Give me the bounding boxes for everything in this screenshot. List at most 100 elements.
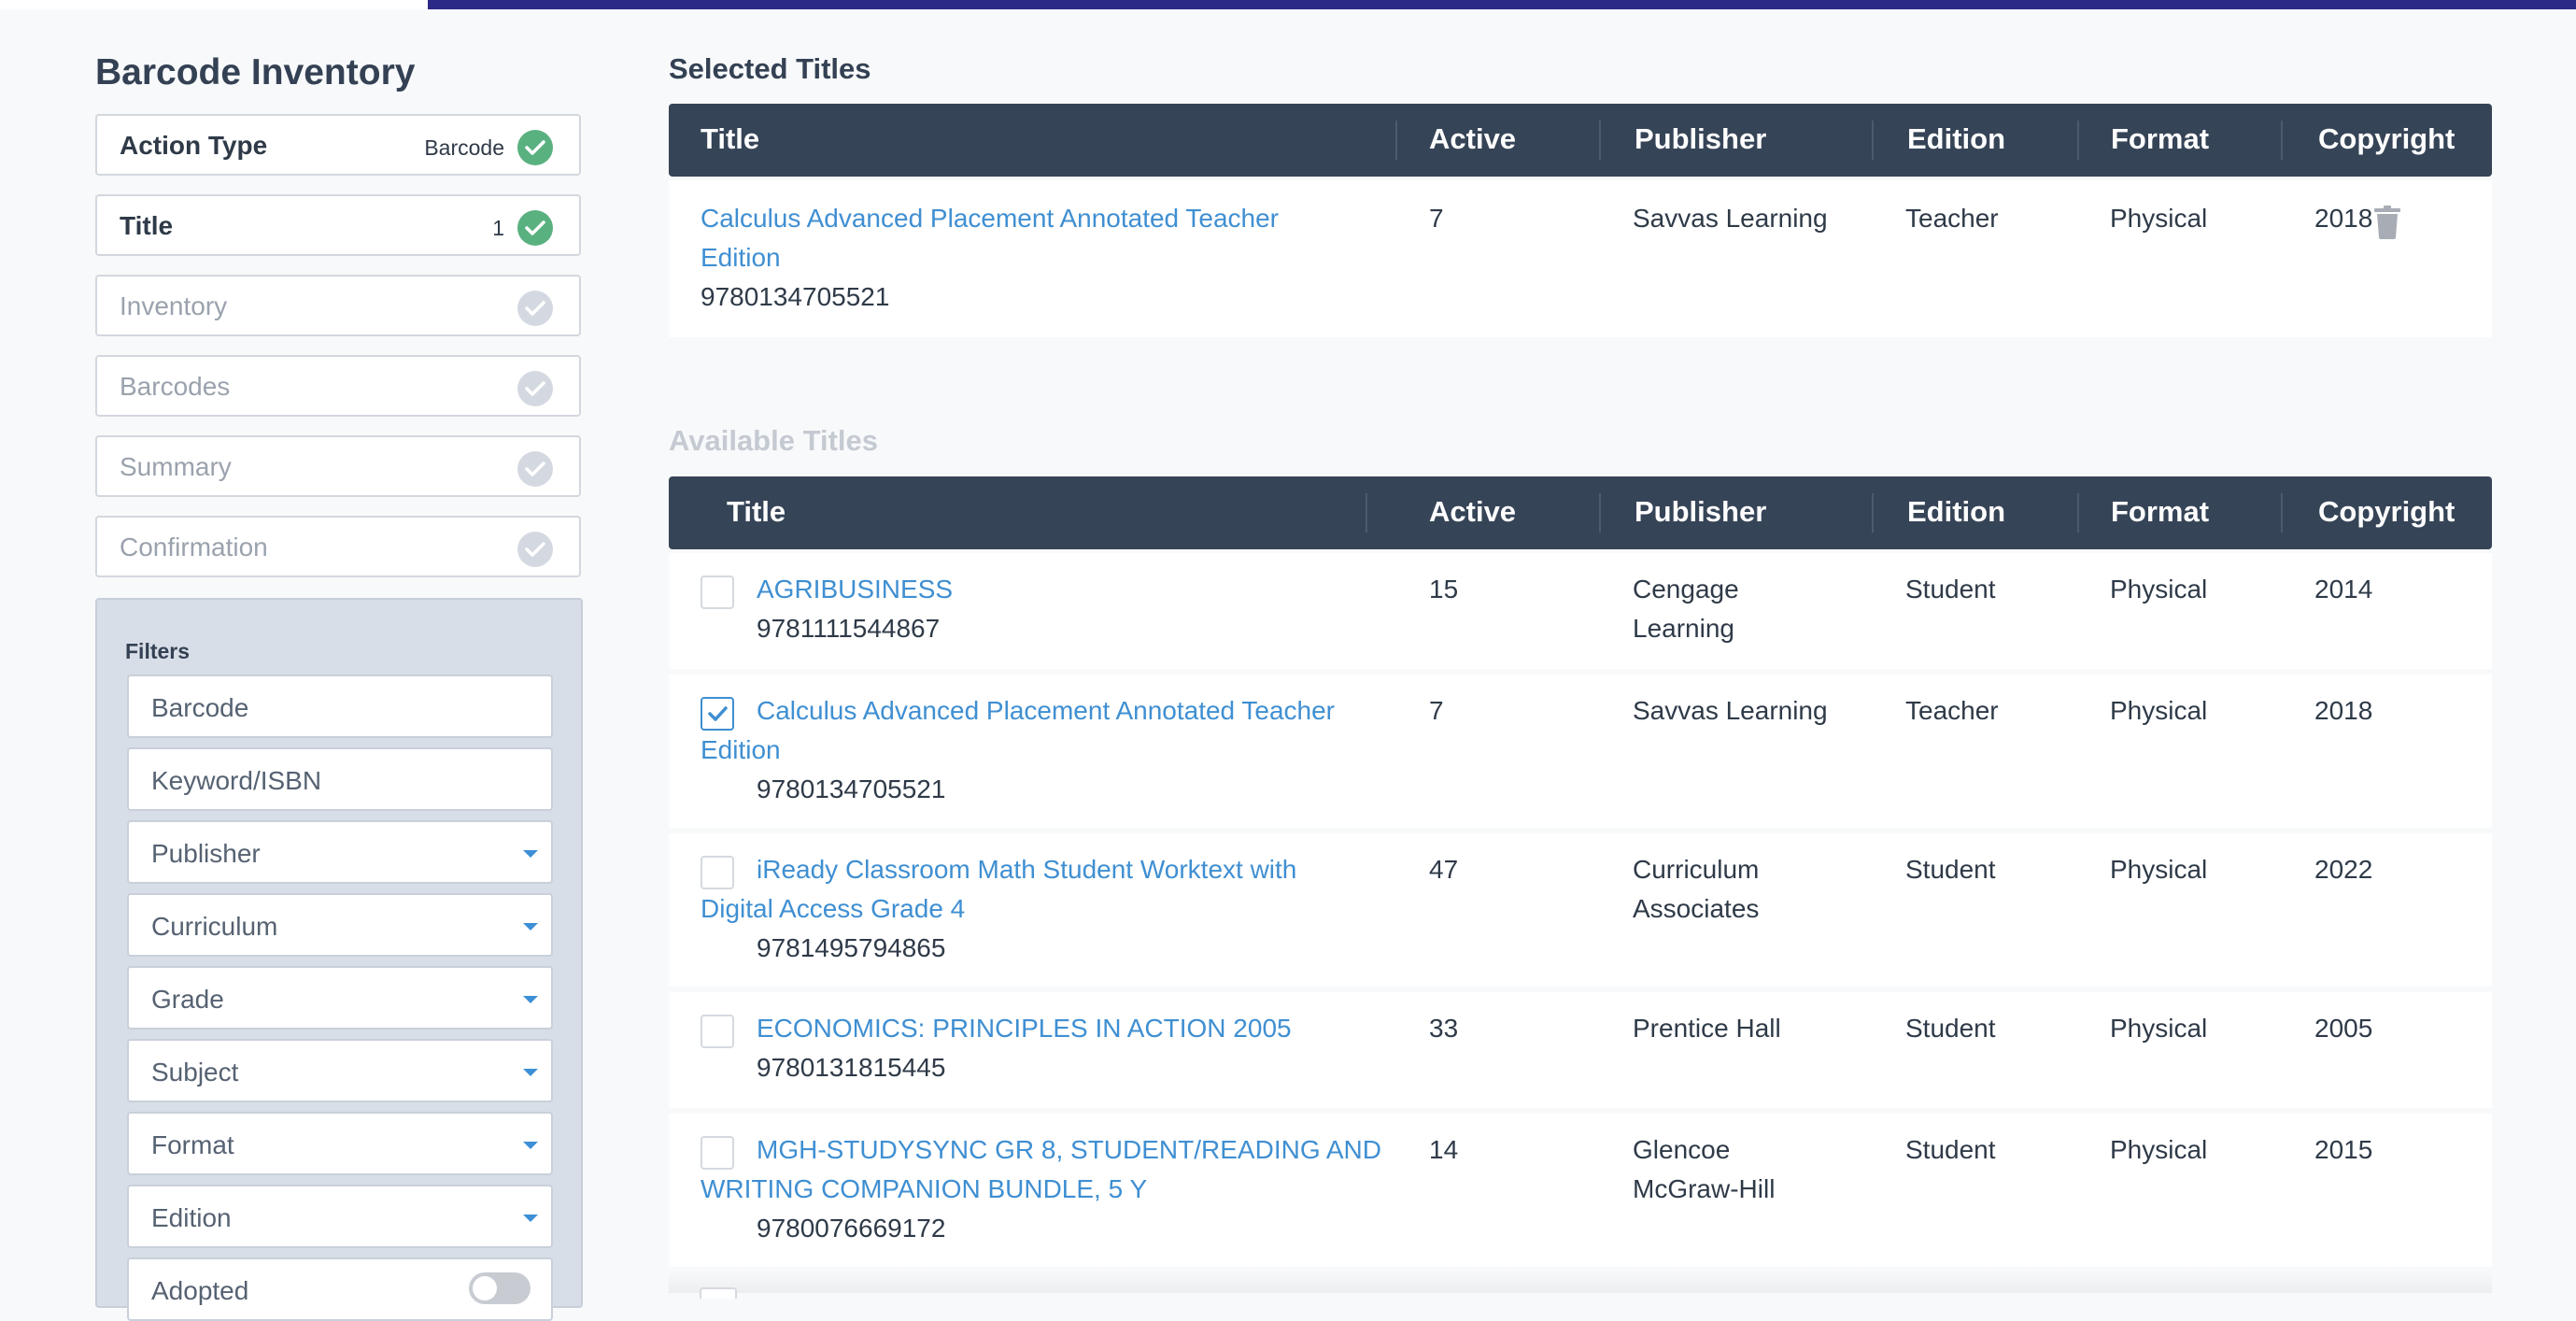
format: Physical xyxy=(2110,1014,2208,1043)
grade-select[interactable]: Grade xyxy=(127,966,553,1030)
curriculum-select[interactable]: Curriculum xyxy=(127,893,553,957)
publisher: Curriculum Associates xyxy=(1633,850,1759,929)
copyright: 2018 xyxy=(2314,696,2373,725)
step-title[interactable]: Title 1 xyxy=(95,194,581,256)
title-link[interactable]: MGH-STUDYSYNC GR 8, STUDENT/READING AND … xyxy=(701,1130,1381,1209)
publisher-line: Curriculum xyxy=(1633,855,1760,884)
caret-down-icon xyxy=(523,1142,538,1149)
isbn: 9780134705521 xyxy=(701,282,890,311)
filters-panel: Filters Barcode Keyword/ISBN Publisher C… xyxy=(95,598,583,1321)
publisher-line: Savvas Learning xyxy=(1633,696,1828,725)
edition: Student xyxy=(1905,1014,1996,1043)
copyright: 2005 xyxy=(2314,1014,2373,1043)
isbn: 9780076669172 xyxy=(757,1214,946,1243)
toggle-label: Adopted xyxy=(151,1276,249,1305)
select-label: Format xyxy=(151,1130,234,1159)
title-link[interactable]: ECONOMICS: PRINCIPLES IN ACTION 2005 xyxy=(757,1009,1292,1048)
format: Physical xyxy=(2110,575,2208,604)
check-circle-icon xyxy=(517,130,553,165)
select-label: Publisher xyxy=(151,839,261,868)
format: Physical xyxy=(2110,855,2208,884)
col-active[interactable]: Active xyxy=(1429,495,1516,529)
publisher-line: Cengage xyxy=(1633,575,1739,604)
active-count: 14 xyxy=(1429,1135,1459,1164)
title-link[interactable]: AGRIBUSINESS xyxy=(757,570,953,609)
col-separator xyxy=(1366,493,1367,533)
isbn: 9780131815445 xyxy=(757,1053,946,1082)
barcode-filter-input[interactable]: Barcode xyxy=(127,675,553,738)
col-separator xyxy=(2281,121,2283,160)
step-confirmation[interactable]: Confirmation xyxy=(95,516,581,577)
placeholder: Keyword/ISBN xyxy=(151,766,322,795)
col-publisher[interactable]: Publisher xyxy=(1635,122,1766,156)
available-table-row: AGRIBUSINESS 9781111544867 15 Cengage Le… xyxy=(669,553,2492,669)
col-separator xyxy=(1872,121,1874,160)
copyright: 2015 xyxy=(2314,1135,2373,1164)
format: Physical xyxy=(2110,1135,2208,1164)
col-title[interactable]: Title xyxy=(727,495,786,529)
publisher-select[interactable]: Publisher xyxy=(127,820,553,884)
caret-down-icon xyxy=(523,1069,538,1076)
title-line: Digital Access Grade 4 xyxy=(701,894,966,923)
copyright: 2022 xyxy=(2314,855,2373,884)
title-line: MGH-STUDYSYNC GR 8, STUDENT/READING AND xyxy=(757,1135,1381,1164)
col-edition[interactable]: Edition xyxy=(1907,122,2005,156)
copyright: 2018 xyxy=(2314,204,2373,233)
keyword-isbn-input[interactable]: Keyword/ISBN xyxy=(127,747,553,811)
col-separator xyxy=(1599,493,1601,533)
scroll-fade xyxy=(669,1271,2492,1293)
col-active[interactable]: Active xyxy=(1429,122,1516,156)
active-count: 33 xyxy=(1429,1014,1459,1043)
placeholder: Barcode xyxy=(151,693,249,722)
step-label: Confirmation xyxy=(120,533,268,561)
active-count: 47 xyxy=(1429,855,1459,884)
publisher-line: Glencoe xyxy=(1633,1135,1731,1164)
edition: Student xyxy=(1905,1135,1996,1164)
title-line: Edition xyxy=(701,243,781,272)
isbn: 9781495794865 xyxy=(757,933,946,962)
trash-icon[interactable] xyxy=(2374,206,2400,239)
col-publisher[interactable]: Publisher xyxy=(1635,495,1766,529)
adopted-toggle[interactable] xyxy=(469,1272,531,1304)
title-link[interactable]: iReady Classroom Math Student Worktext w… xyxy=(701,850,1296,929)
check-circle-icon xyxy=(517,451,553,487)
next-row-checkbox[interactable] xyxy=(700,1287,737,1299)
format-select[interactable]: Format xyxy=(127,1112,553,1175)
col-copyright[interactable]: Copyright xyxy=(2318,495,2455,529)
subject-select[interactable]: Subject xyxy=(127,1039,553,1102)
col-separator xyxy=(2077,493,2079,533)
title-link[interactable]: Calculus Advanced Placement Annotated Te… xyxy=(701,691,1335,770)
step-action-type[interactable]: Action Type Barcode xyxy=(95,114,581,176)
available-table-row: Calculus Advanced Placement Annotated Te… xyxy=(669,675,2492,828)
edition-select[interactable]: Edition xyxy=(127,1185,553,1248)
publisher: Savvas Learning xyxy=(1633,204,1828,233)
available-titles-heading: Available Titles xyxy=(669,424,878,457)
select-label: Curriculum xyxy=(151,912,278,941)
title-line: Calculus Advanced Placement Annotated Te… xyxy=(757,696,1336,725)
edition: Student xyxy=(1905,855,1996,884)
select-label: Grade xyxy=(151,985,224,1014)
step-label: Inventory xyxy=(120,291,228,320)
step-summary[interactable]: Summary xyxy=(95,435,581,497)
col-separator xyxy=(2077,121,2079,160)
caret-down-icon xyxy=(523,850,538,858)
row-checkbox[interactable] xyxy=(701,575,734,609)
col-edition[interactable]: Edition xyxy=(1907,495,2005,529)
active-count: 7 xyxy=(1429,204,1444,233)
col-title[interactable]: Title xyxy=(701,122,759,156)
step-inventory[interactable]: Inventory xyxy=(95,275,581,336)
row-checkbox[interactable] xyxy=(701,1015,734,1048)
isbn: 9781111544867 xyxy=(757,614,941,643)
col-format[interactable]: Format xyxy=(2111,122,2209,156)
step-label: Barcodes xyxy=(120,372,231,401)
step-label: Title xyxy=(120,211,174,240)
selected-table-header: Title Active Publisher Edition Format Co… xyxy=(669,104,2492,177)
top-progress-accent xyxy=(428,0,2576,9)
col-copyright[interactable]: Copyright xyxy=(2318,122,2455,156)
col-format[interactable]: Format xyxy=(2111,495,2209,529)
step-barcodes[interactable]: Barcodes xyxy=(95,355,581,417)
check-circle-icon xyxy=(517,291,553,326)
title-link[interactable]: Calculus Advanced Placement Annotated Te… xyxy=(701,199,1279,277)
caret-down-icon xyxy=(523,923,538,930)
format: Physical xyxy=(2110,204,2208,233)
